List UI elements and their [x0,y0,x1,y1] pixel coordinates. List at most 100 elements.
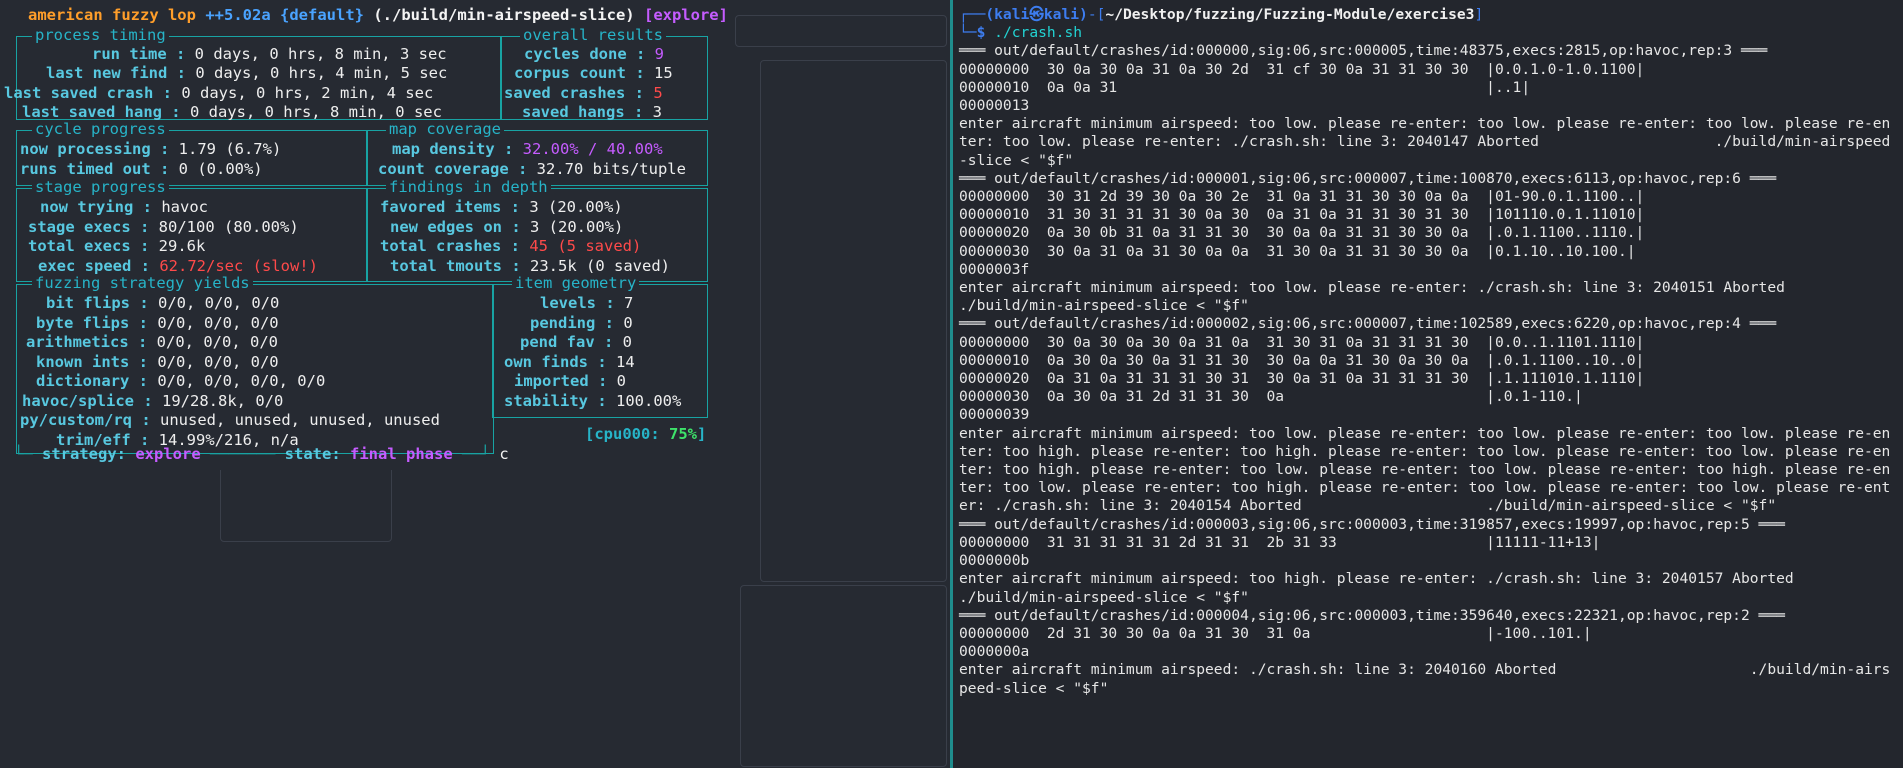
own-finds-value: 14 [616,353,635,371]
terminal-line: enter aircraft minimum airspeed: ./crash… [959,661,1891,697]
findings-title: findings in depth [386,178,551,198]
process-timing-title: process timing [32,26,169,46]
right-terminal-pane[interactable]: ┌──(kali㉿kali)-[~/Desktop/fuzzing/Fuzzin… [953,0,1903,768]
runs-timed-out-value: 0 (0.00%) [178,160,263,178]
map-density-label: map density : [392,140,514,158]
byte-flips-value: 0/0, 0/0, 0/0 [157,314,279,332]
prompt-line-2: └─$ ./crash.sh [959,24,1083,42]
terminal-line: ═══ out/default/crashes/id:000002,sig:06… [959,315,1777,333]
strategy-yields-title: fuzzing strategy yields [32,274,253,294]
own-finds-label: own finds : [504,353,607,371]
dictionary-label: dictionary : [36,372,148,390]
saved-hangs-label: saved hangs : [522,103,644,121]
state-label: state: [284,445,341,463]
last-new-find-label: last new find : [46,64,186,82]
terminal-line: enter aircraft minimum airspeed: too hig… [959,570,1794,606]
cycles-done-label: cycles done : [524,45,646,63]
havoc-splice-label: havoc/splice : [22,392,153,410]
arithmetics-label: arithmetics : [26,333,148,351]
levels-value: 7 [624,294,634,312]
strategy-value: explore [135,445,201,463]
corpus-count-value: 15 [654,64,673,82]
prompt-path: ~/Desktop/fuzzing/Fuzzing-Module/exercis… [1105,6,1475,23]
cpu-indicator: [cpu000: 75%] [585,425,706,445]
terminal-line: 00000030 0a 30 0a 31 2d 31 31 30 0a |.0.… [959,388,1583,406]
count-coverage-value: 32.70 bits/tuple [536,160,686,178]
last-saved-crash-label: last saved crash : [4,84,172,102]
terminal-line: 00000010 31 30 31 31 31 30 0a 30 0a 31 0… [959,206,1645,224]
afl-footer: └─ strategy: explore ─────── state: fina… [14,445,509,463]
terminal-line: 00000039 [959,406,1030,424]
terminal-line: 00000020 0a 30 0b 31 0a 31 31 30 30 0a 0… [959,224,1645,242]
background-editor-panel [760,60,947,582]
banner-version: ++5.02a [205,6,271,24]
stability-label: stability : [504,392,607,410]
stage-progress-title: stage progress [32,178,169,198]
terminal-line: 00000000 30 31 2d 39 30 0a 30 2e 31 0a 3… [959,188,1645,206]
bit-flips-label: bit flips : [46,294,149,312]
banner-program: american fuzzy lop [28,6,196,24]
dictionary-value: 0/0, 0/0, 0/0, 0/0 [157,372,326,390]
overall-results-title: overall results [520,26,666,46]
stage-execs-value: 80/100 (80.00%) [158,218,299,236]
terminal-line: enter aircraft minimum airspeed: too low… [959,115,1891,169]
stage-execs-label: stage execs : [28,218,150,236]
last-saved-hang-label: last saved hang : [22,103,181,121]
total-execs-value: 29.6k [158,237,206,255]
terminal-line: 00000030 30 0a 31 0a 31 30 0a 0a 31 30 0… [959,242,1636,260]
terminal-line: ═══ out/default/crashes/id:000001,sig:06… [959,169,1777,187]
runs-timed-out-label: runs timed out : [20,160,170,178]
terminal-line: ═══ out/default/crashes/id:000003,sig:06… [959,515,1785,533]
total-tmouts-label: total tmouts : [390,257,521,275]
terminal-line: 00000000 2d 31 30 30 0a 0a 31 30 31 0a |… [959,624,1592,642]
terminal-output: ┌──(kali㉿kali)-[~/Desktop/fuzzing/Fuzzin… [959,6,1899,698]
map-coverage-title: map coverage [386,120,504,140]
prompt-line-1: ┌──(kali㉿kali)-[~/Desktop/fuzzing/Fuzzin… [959,6,1484,23]
terminal-line: enter aircraft minimum airspeed: too low… [959,279,1785,315]
banner-mode: [explore] [643,6,728,24]
pend-fav-value: 0 [622,333,633,351]
total-execs-label: total execs : [28,237,150,255]
imported-value: 0 [616,372,627,390]
saved-hangs-value: 3 [652,103,663,121]
known-ints-value: 0/0, 0/0, 0/0 [157,353,279,371]
terminal-line: 0000000a [959,643,1030,661]
background-editor-panel-2 [740,585,947,767]
left-terminal-pane[interactable]: american fuzzy lop ++5.02a {default} (./… [0,0,950,768]
last-saved-crash-value: 0 days, 0 hrs, 2 min, 4 sec [181,84,434,102]
terminal-line: ═══ out/default/crashes/id:000004,sig:06… [959,606,1785,624]
state-value: final phase [350,445,453,463]
afl-banner: american fuzzy lop ++5.02a {default} (./… [28,6,728,26]
py-custom-label: py/custom/rq : [20,411,151,429]
arithmetics-value: 0/0, 0/0, 0/0 [156,333,278,351]
cursor-char: c [499,445,509,463]
last-new-find-value: 0 days, 0 hrs, 4 min, 5 sec [195,64,448,82]
stability-value: 100.00% [616,392,682,410]
strategy-label: strategy: [42,445,126,463]
prompt-command: ./crash.sh [994,24,1083,42]
map-density-value: 32.00% / 40.00% [522,140,663,158]
count-coverage-label: count coverage : [378,160,528,178]
py-custom-value: unused, unused, unused, unused [160,411,440,429]
prompt-user: (kali㉿kali) [985,6,1088,23]
corpus-count-label: corpus count : [514,64,645,82]
item-geometry-title: item geometry [512,274,640,294]
terminal-line: ═══ out/default/crashes/id:000000,sig:06… [959,42,1768,60]
terminal-line: 00000010 0a 0a 31 |..1| [959,78,1531,96]
pending-label: pending : [530,314,614,332]
saved-crashes-label: saved crashes : [504,84,644,102]
run-time-label: run time : [92,45,186,63]
known-ints-label: known ints : [36,353,148,371]
total-crashes-label: total crashes : [380,237,520,255]
havoc-splice-value: 19/28.8k, 0/0 [162,392,284,410]
exec-speed-value: 62.72/sec (slow!) [159,257,318,275]
cpu-value: 75% [669,425,697,443]
now-processing-label: now processing : [20,140,170,158]
terminal-line: 00000010 0a 30 0a 30 0a 31 31 30 30 0a 0… [959,351,1645,369]
saved-crashes-value: 5 [653,84,663,102]
byte-flips-label: byte flips : [36,314,148,332]
cycles-done-value: 9 [654,45,665,63]
cpu-close: ] [697,425,707,443]
levels-label: levels : [540,294,615,312]
background-window-tab [735,15,947,47]
